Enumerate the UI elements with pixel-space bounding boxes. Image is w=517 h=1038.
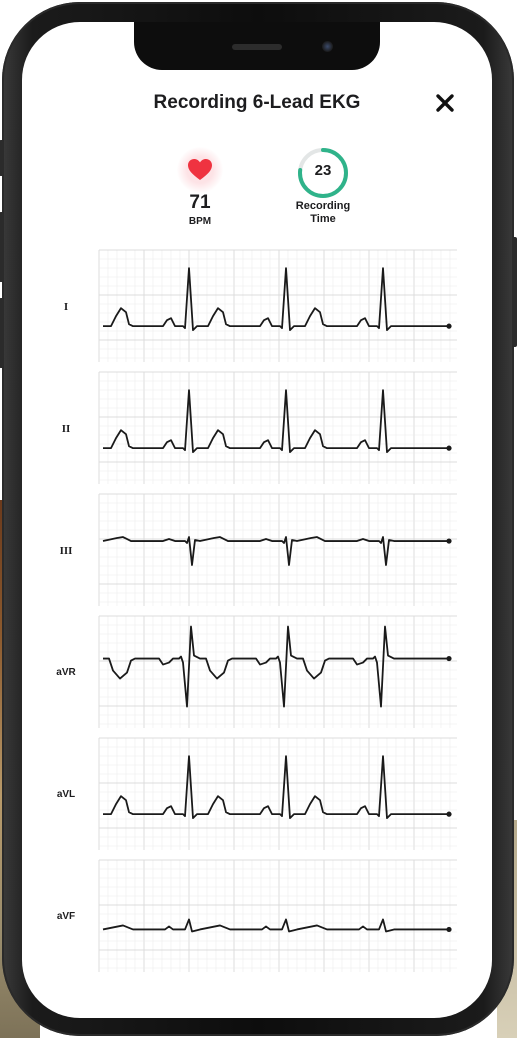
app-screen: Recording 6-Lead EKG 71 BPM 23 Recording… (22, 22, 492, 1018)
power-button (512, 237, 517, 347)
recording-timer-value: 23 (314, 162, 332, 179)
recording-time-label-line2: Time (310, 213, 336, 225)
ekg-trace (102, 536, 447, 566)
heart-rate-indicator (177, 147, 223, 193)
lead-label: aVF (56, 911, 76, 922)
ekg-strip (98, 615, 457, 728)
lead-label: I (63, 301, 69, 313)
ekg-strip (98, 371, 457, 484)
ekg-cursor-dot (446, 323, 452, 329)
notch (134, 22, 380, 70)
ekg-grid (98, 737, 457, 850)
lead-label: II (61, 423, 71, 435)
close-icon (436, 94, 454, 112)
ekg-strip (98, 493, 457, 606)
ekg-cursor-dot (446, 926, 452, 933)
page-title: Recording 6-Lead EKG (153, 92, 361, 113)
lead-label: aVL (56, 789, 76, 800)
ekg-trace (103, 625, 447, 708)
recording-time-label: Recording Time (278, 200, 368, 226)
mute-switch (0, 140, 4, 176)
lead-label: aVR (56, 667, 76, 678)
heart-rate-unit: BPM (188, 216, 212, 227)
ekg-trace (103, 389, 447, 454)
ekg-grid (98, 493, 457, 606)
lead-label: III (59, 545, 73, 557)
ekg-grid (98, 859, 457, 972)
speaker-icon (232, 44, 282, 50)
ekg-trace (103, 267, 447, 332)
ekg-strip (98, 859, 457, 972)
ekg-grid (98, 371, 457, 484)
ekg-cursor-dot (446, 655, 452, 662)
volume-up-button (0, 212, 4, 282)
recording-time-label-line1: Recording (295, 200, 351, 212)
ekg-trace (103, 755, 447, 820)
heart-icon (188, 159, 212, 180)
ekg-cursor-dot (446, 445, 452, 451)
ekg-trace (102, 918, 447, 933)
heart-rate-value: 71 (189, 192, 211, 213)
volume-down-button (0, 298, 4, 368)
ekg-cursor-dot (446, 538, 452, 544)
ekg-cursor-dot (446, 811, 452, 817)
camera-icon (322, 41, 333, 52)
ekg-strip (98, 249, 457, 362)
ekg-grid (98, 615, 457, 728)
ekg-grid (98, 249, 457, 362)
ekg-strip (98, 737, 457, 850)
close-button[interactable] (428, 86, 462, 120)
